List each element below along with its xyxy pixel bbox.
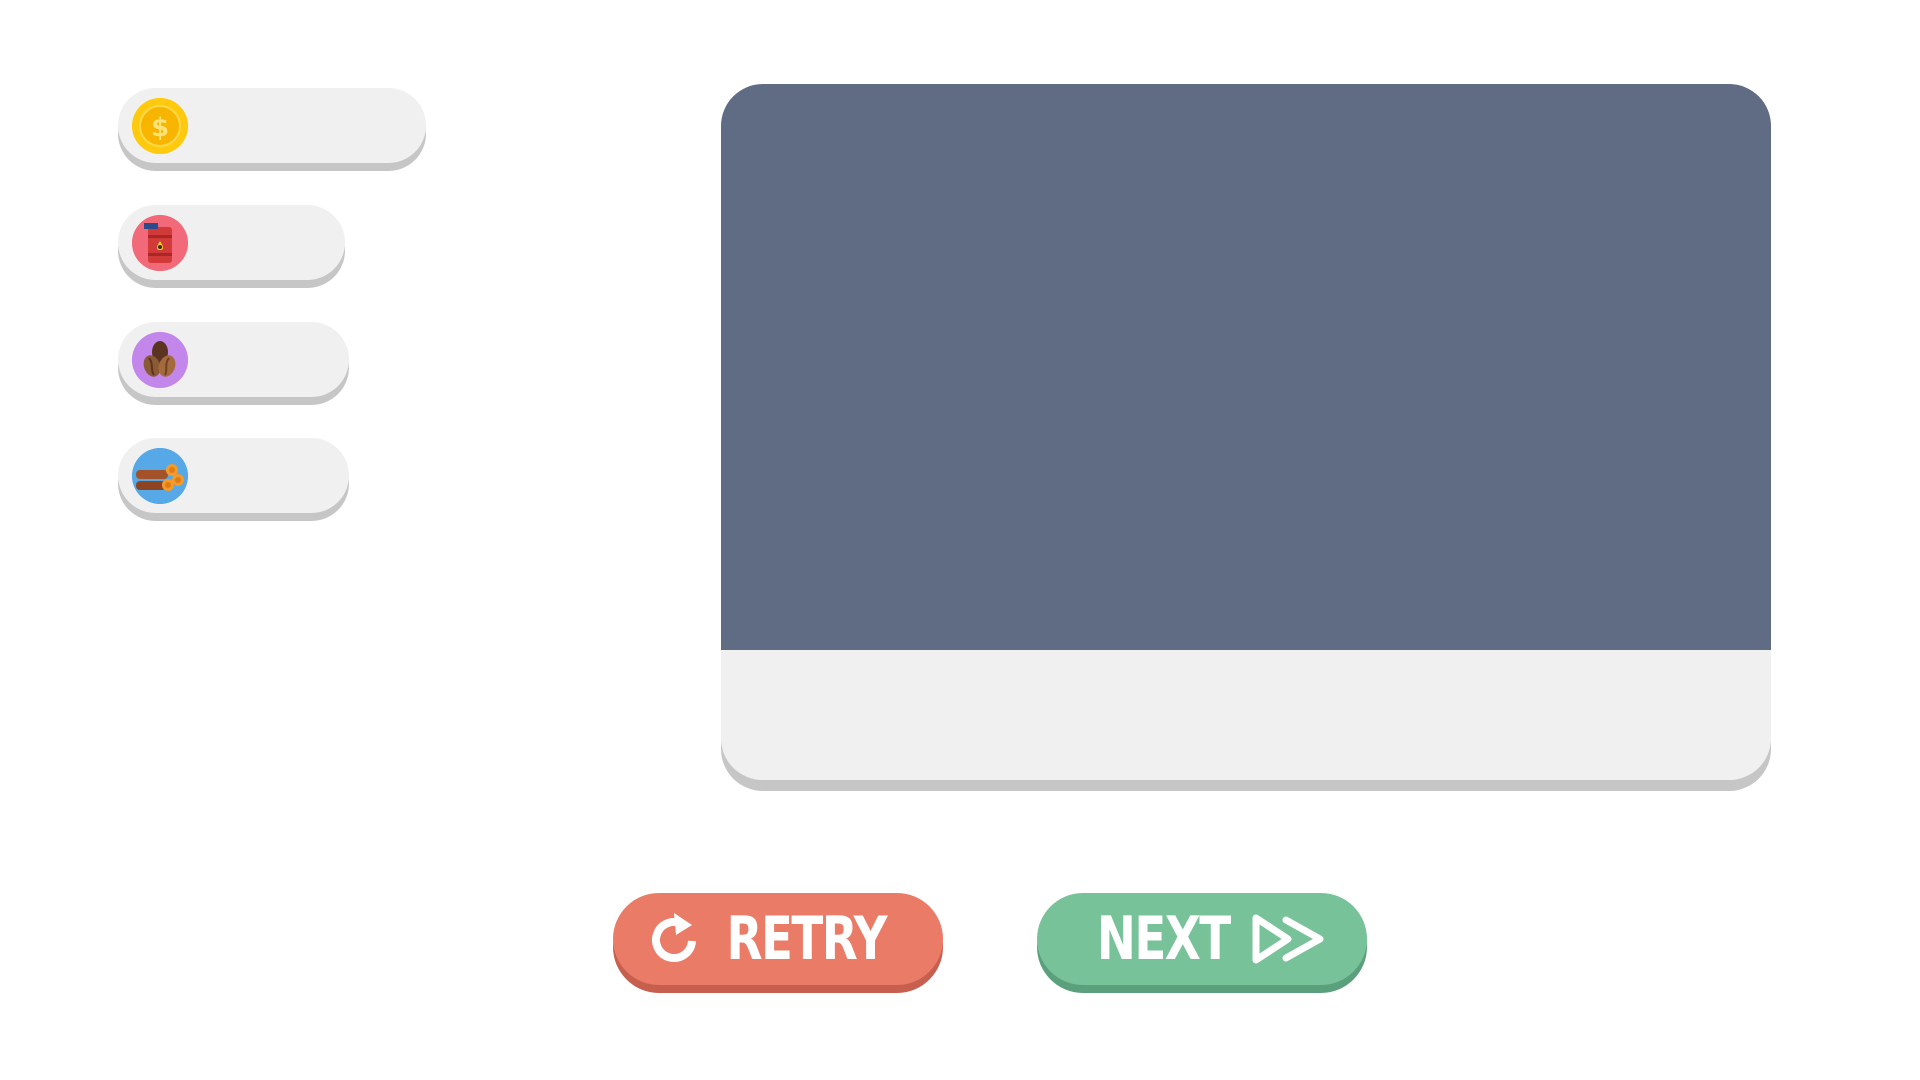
fast-forward-icon <box>1252 914 1326 964</box>
panel-screen <box>721 84 1771 650</box>
next-button[interactable]: NEXT <box>1037 893 1367 985</box>
coffee-beans-icon <box>132 331 188 388</box>
retry-icon <box>648 911 700 967</box>
panel-footer <box>721 650 1771 780</box>
oil-barrel-icon <box>132 214 188 271</box>
resource-wood-pill <box>118 438 349 513</box>
wood-logs-icon <box>132 447 188 504</box>
svg-text:$: $ <box>151 113 169 143</box>
resource-oil-pill <box>118 205 345 280</box>
next-label: NEXT <box>1096 904 1231 974</box>
retry-label: RETRY <box>726 904 887 974</box>
resource-coffee-pill <box>118 322 349 397</box>
retry-button[interactable]: RETRY <box>613 893 943 985</box>
coin-icon: $ <box>132 97 188 154</box>
game-screen: $ RETRY NEXT <box>0 0 1920 1080</box>
main-panel <box>721 84 1771 780</box>
resource-coins-pill: $ <box>118 88 426 163</box>
